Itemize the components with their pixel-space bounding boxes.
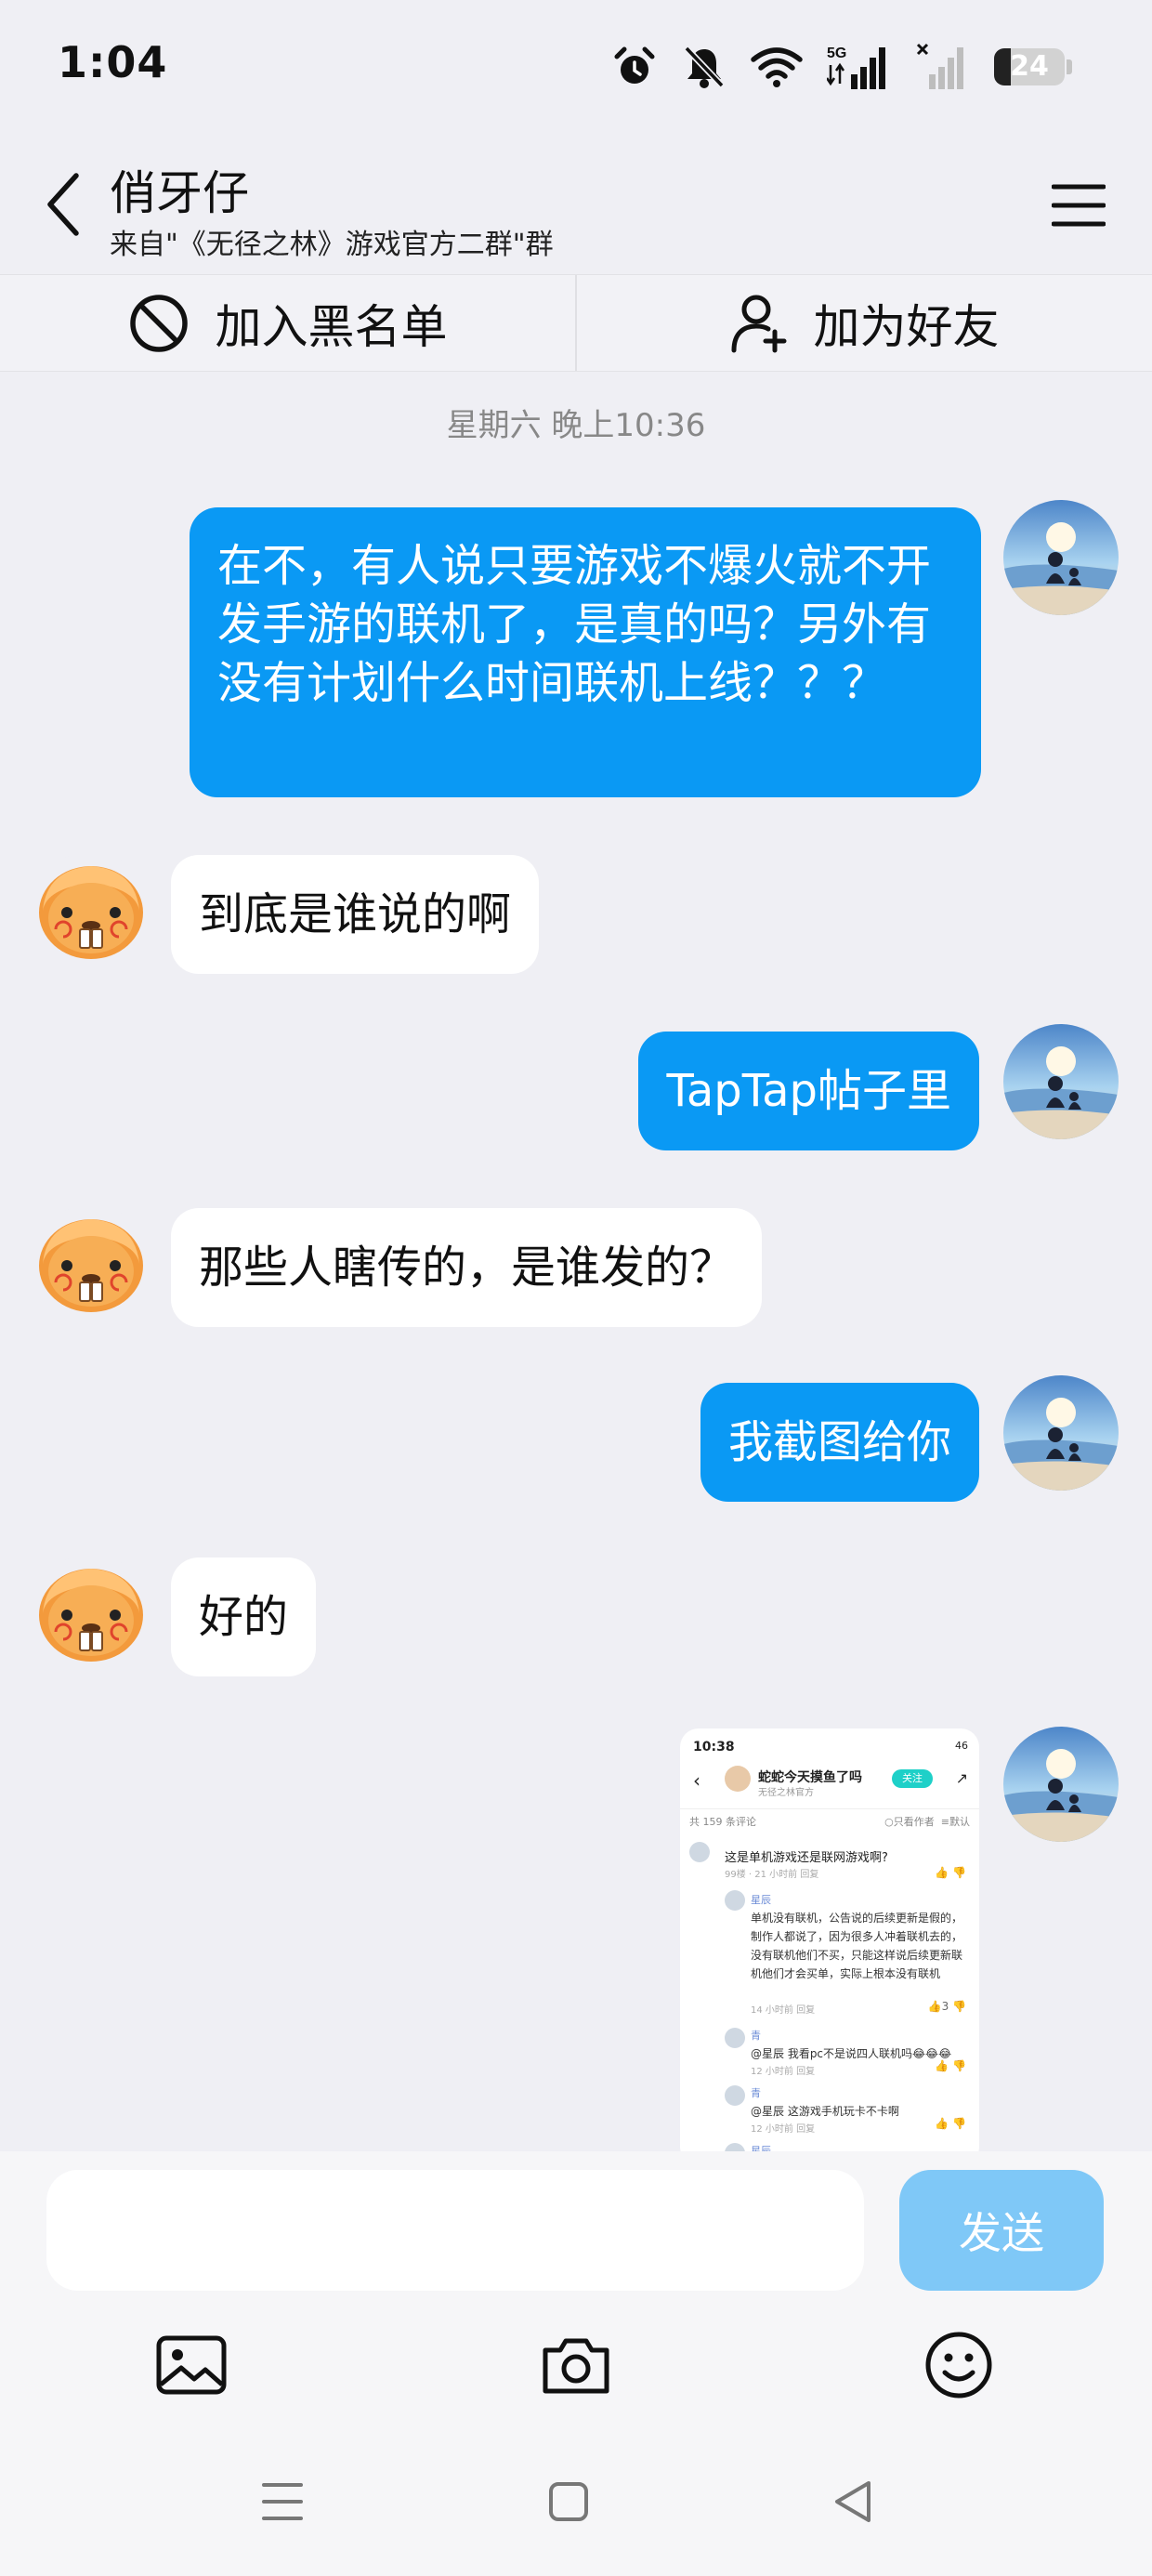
shot-reply4-name: 星辰 xyxy=(751,2145,771,2151)
page-subtitle: 来自"《无径之林》游戏官方二群"群 xyxy=(110,229,554,261)
shot-like-icon: 👍 👎 xyxy=(935,1866,966,1879)
chevron-left-icon xyxy=(47,173,79,236)
shot-reply1-meta: 14 小时前 回复 xyxy=(751,2005,816,2016)
nav-back-button[interactable] xyxy=(820,2469,885,2534)
shot-reply3-text: @星辰 这游戏手机玩卡不卡啊 xyxy=(751,2105,899,2118)
add-person-icon xyxy=(731,295,786,352)
nav-home-button[interactable] xyxy=(536,2469,601,2534)
block-circle-icon xyxy=(129,294,188,352)
beaver-face-icon xyxy=(33,851,149,966)
avatar-image xyxy=(1003,1727,1119,1842)
my-avatar[interactable] xyxy=(1003,1375,1119,1491)
camera-icon xyxy=(543,2338,609,2394)
status-time: 1:04 xyxy=(58,37,168,87)
chat-area[interactable]: 星期六 晚上10:36 在不，有人说只要游戏不爆火就不开发手游的联机了，是真的吗… xyxy=(0,372,1152,2151)
mute-bell-icon xyxy=(684,46,725,88)
battery-icon: 24 xyxy=(994,48,1065,85)
contact-avatar[interactable] xyxy=(33,1554,149,1669)
shot-reply3-meta: 12 小时前 回复 xyxy=(751,2124,816,2135)
composer: 发送 xyxy=(0,2151,1152,2576)
shot-author-avatar xyxy=(725,1766,751,1792)
shot-reply-avatar xyxy=(725,2085,745,2106)
shot-sort: 默认 xyxy=(949,1816,970,1828)
shot-back-icon: ‹ xyxy=(693,1769,700,1792)
shot-time: 10:38 xyxy=(693,1740,735,1755)
shot-follow: 关注 xyxy=(892,1769,933,1788)
alarm-icon xyxy=(614,46,655,84)
home-square-icon xyxy=(549,2482,588,2521)
image-button[interactable] xyxy=(150,2323,233,2407)
contact-avatar[interactable] xyxy=(33,1204,149,1320)
shot-reply-avatar xyxy=(725,1890,745,1911)
message-bubble-outgoing[interactable]: 我截图给你 xyxy=(700,1383,979,1502)
emoji-icon xyxy=(925,2332,992,2399)
shot-like-icon: 👍 👎 xyxy=(935,2117,966,2130)
svg-text:5G: 5G xyxy=(827,46,846,61)
shot-reply1-name: 星辰 xyxy=(751,1894,771,1906)
shot-reply2-text: @星辰 我看pc不是说四人联机吗😂😂😂 xyxy=(751,2047,952,2060)
shot-author: 蛇蛇今天摸鱼了吗 xyxy=(758,1770,862,1785)
signal-5g-icon: 5G xyxy=(827,46,885,89)
screenshot-image-message[interactable]: 10:38 46 ‹ 蛇蛇今天摸鱼了吗 无径之林官方 关注 ↗ 共 159 条评… xyxy=(680,1728,979,2151)
my-avatar[interactable] xyxy=(1003,1024,1119,1139)
avatar-image xyxy=(1003,1024,1119,1139)
menu-button[interactable] xyxy=(1046,173,1111,238)
add-friend-label: 加为好友 xyxy=(813,299,1000,354)
wifi-icon xyxy=(751,47,803,87)
shot-commenter-avatar xyxy=(689,1842,710,1862)
action-bar: 加入黑名单 加为好友 xyxy=(0,274,1152,372)
shot-question-meta: 99楼 · 21 小时前 回复 xyxy=(725,1870,819,1880)
signal-no-sim-icon xyxy=(916,43,963,89)
message-bubble-outgoing[interactable]: TapTap帖子里 xyxy=(638,1032,979,1150)
beaver-face-icon xyxy=(33,1204,149,1320)
message-bubble-incoming[interactable]: 到底是谁说的啊 xyxy=(171,855,540,974)
shot-share-icon: ↗ xyxy=(955,1769,968,1787)
shot-author-sub: 无径之林官方 xyxy=(758,1788,814,1798)
shot-filters: ○只看作者 ≡默认 xyxy=(884,1816,970,1828)
shot-filter-bar: 共 159 条评论 ○只看作者 ≡默认 xyxy=(689,1814,970,1829)
shot-reply1-like-count: 3 xyxy=(941,2000,949,2013)
message-bubble-outgoing[interactable]: 在不，有人说只要游戏不爆火就不开发手游的联机了，是真的吗？另外有没有计划什么时间… xyxy=(190,507,981,797)
battery-cap xyxy=(1067,59,1072,74)
page-title: 俏牙仔 xyxy=(110,166,249,220)
hamburger-menu-icon xyxy=(1052,184,1106,227)
shot-reply2-name: 青 xyxy=(751,2030,761,2042)
shot-reply1-likes: 👍3 👎 xyxy=(927,2000,966,2013)
shot-reply1-text: 单机没有联机，公告说的后续更新是假的，制作人都说了，因为很多人冲着联机去的，没有… xyxy=(751,1912,963,1980)
avatar-image xyxy=(1003,500,1119,615)
shot-reply2-meta: 12 小时前 回复 xyxy=(751,2067,816,2077)
status-bar: 1:04 5G 24 xyxy=(0,0,1152,139)
block-button[interactable]: 加入黑名单 xyxy=(0,275,575,371)
emoji-button[interactable] xyxy=(917,2323,1001,2407)
my-avatar[interactable] xyxy=(1003,1727,1119,1842)
shot-reply-avatar xyxy=(725,2028,745,2048)
back-triangle-icon xyxy=(835,2481,871,2522)
avatar-image xyxy=(1003,1375,1119,1491)
contact-avatar[interactable] xyxy=(33,851,149,966)
my-avatar[interactable] xyxy=(1003,500,1119,615)
shot-like-icon: 👍 👎 xyxy=(935,2059,966,2072)
message-bubble-incoming[interactable]: 好的 xyxy=(171,1557,317,1676)
recents-menu-icon xyxy=(262,2483,303,2520)
back-button[interactable] xyxy=(35,167,91,242)
camera-button[interactable] xyxy=(534,2323,618,2407)
shot-question: 这是单机游戏还是联网游戏啊? xyxy=(725,1851,888,1865)
nav-recents-button[interactable] xyxy=(250,2469,315,2534)
shot-reply3-name: 青 xyxy=(751,2087,761,2099)
message-input[interactable] xyxy=(46,2170,864,2291)
beaver-face-icon xyxy=(33,1554,149,1669)
shot-divider xyxy=(680,1808,979,1809)
block-label: 加入黑名单 xyxy=(215,299,448,354)
message-timestamp: 星期六 晚上10:36 xyxy=(446,407,706,444)
add-friend-button[interactable]: 加为好友 xyxy=(575,275,1152,371)
shot-only-author: 只看作者 xyxy=(893,1816,935,1828)
shot-status: 46 xyxy=(955,1740,968,1752)
image-icon xyxy=(156,2335,227,2395)
send-button[interactable]: 发送 xyxy=(899,2170,1104,2291)
shot-reply-avatar xyxy=(725,2143,745,2151)
message-bubble-incoming[interactable]: 那些人瞎传的，是谁发的？ xyxy=(171,1208,763,1327)
shot-comment-count: 共 159 条评论 xyxy=(689,1816,756,1828)
chat-header: 俏牙仔 来自"《无径之林》游戏官方二群"群 xyxy=(0,139,1152,274)
status-icons: 5G 24 xyxy=(611,41,1072,93)
